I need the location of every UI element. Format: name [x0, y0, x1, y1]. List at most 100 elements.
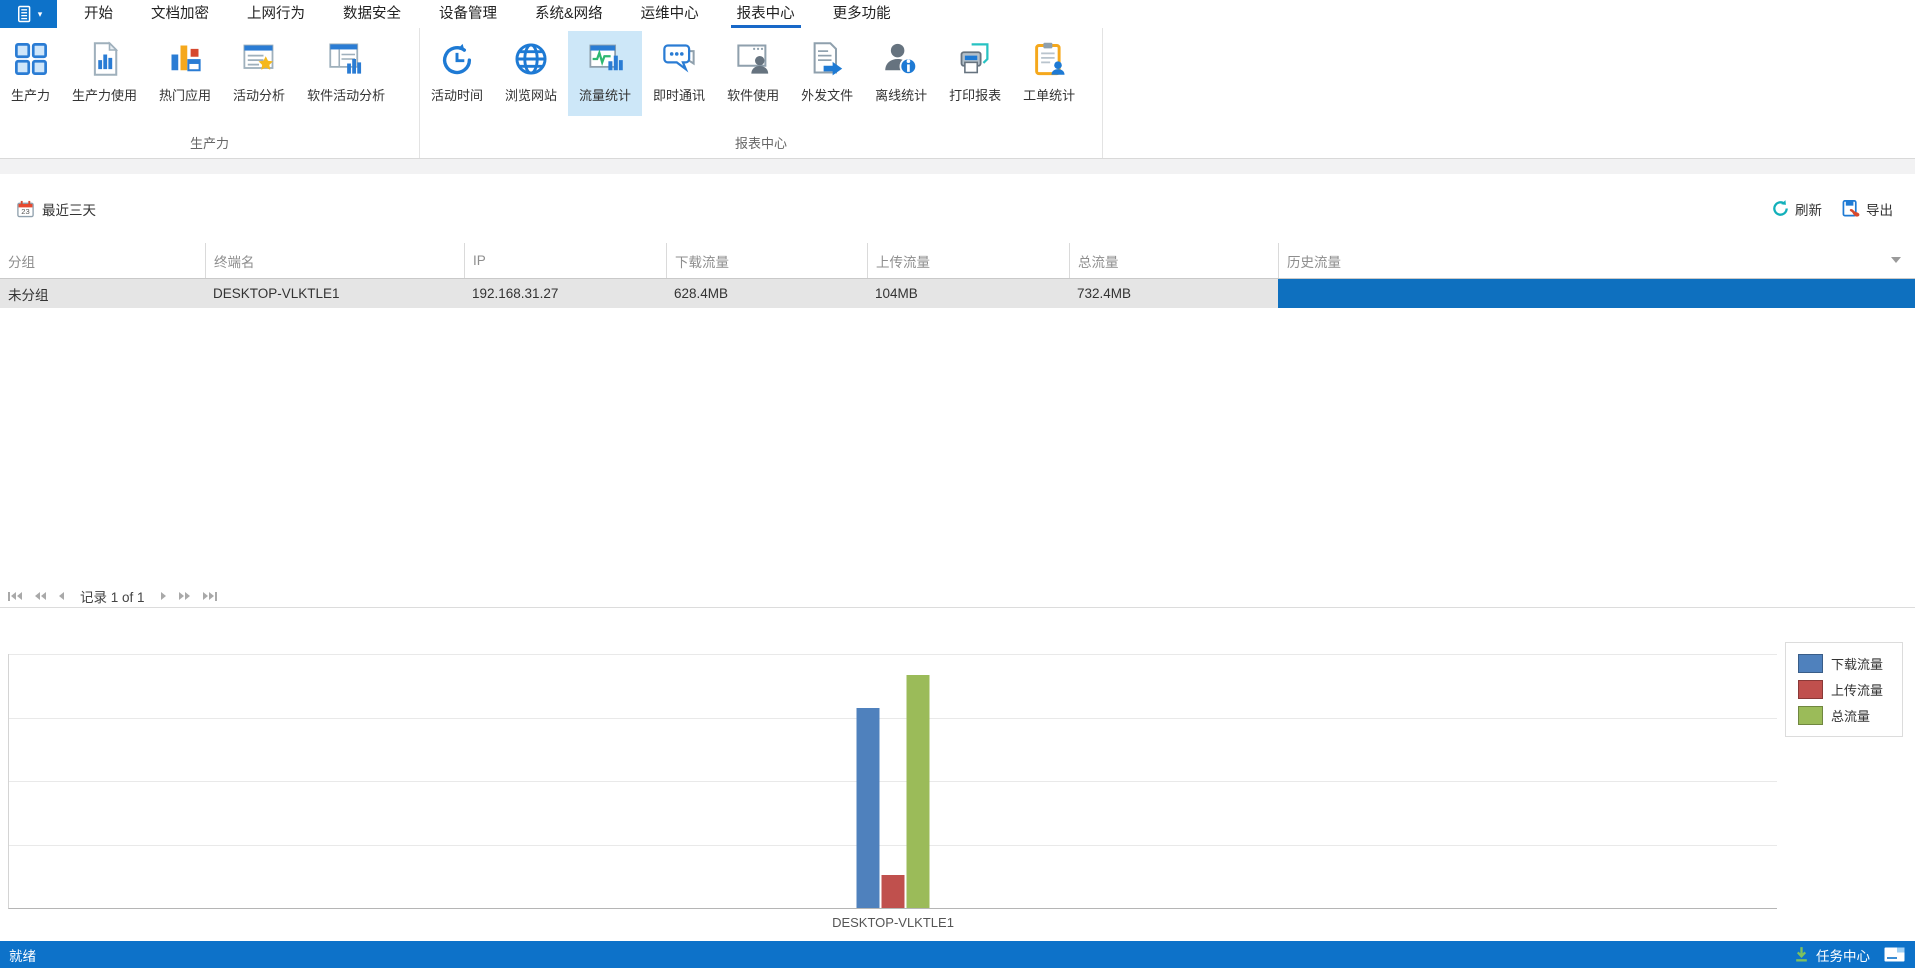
menu-bar: ▾ 开始 文档加密 上网行为 数据安全 设备管理 系统&网络 运维中心 报表中心… [0, 0, 1915, 28]
person-info-icon [885, 43, 918, 76]
history-usage-bar [1278, 279, 1915, 308]
chart-legend: 下载流量 上传流量 总流量 [1785, 642, 1903, 737]
clock-history-icon [443, 43, 472, 75]
ribbon-item-browse-websites[interactable]: 浏览网站 [494, 31, 568, 116]
ribbon-item-outgoing-files[interactable]: 外发文件 [790, 31, 864, 116]
tab-start[interactable]: 开始 [78, 0, 119, 28]
next-page-button[interactable] [159, 590, 168, 602]
bar-group [856, 675, 930, 908]
ribbon-item-label: 生产力使用 [72, 88, 138, 103]
printer-icon [960, 43, 989, 74]
ribbon-item-label: 软件活动分析 [307, 88, 386, 103]
pagination-right-controls [159, 590, 219, 603]
tab-report-center[interactable]: 报表中心 [730, 0, 801, 28]
ribbon-item-productivity-usage[interactable]: 生产力使用 [61, 31, 148, 116]
ribbon-item-work-order-statistics[interactable]: 工单统计 [1012, 31, 1086, 116]
prev-page-button[interactable] [57, 590, 66, 602]
column-header-ip[interactable]: IP [464, 243, 666, 278]
ribbon-item-label: 即时通讯 [653, 88, 706, 103]
ribbon-item-label: 外发文件 [801, 88, 854, 103]
ribbon-item-print-reports[interactable]: 打印报表 [938, 31, 1012, 116]
download-icon [1796, 947, 1807, 962]
record-count-label: 记录 1 of 1 [80, 590, 145, 605]
ribbon-item-label: 热门应用 [159, 88, 212, 103]
last-page-button[interactable] [201, 590, 219, 603]
action-buttons: 刷新 导出 [1771, 199, 1893, 219]
ribbon-item-label: 工单统计 [1023, 88, 1076, 103]
ribbon-item-instant-messaging[interactable]: 即时通讯 [642, 31, 716, 116]
ribbon-item-productivity[interactable]: 生产力 [0, 31, 61, 116]
globe-icon [515, 43, 547, 75]
ribbon-group-label: 生产力 [189, 136, 229, 151]
document-chart-icon [93, 41, 118, 76]
status-bar-right: 任务中心 [1793, 945, 1905, 965]
ribbon-item-offline-statistics[interactable]: 离线统计 [864, 31, 938, 116]
document-arrow-icon [813, 42, 843, 76]
cell-download: 628.4MB [674, 286, 729, 301]
clipboard-person-icon [1035, 42, 1065, 76]
ribbon: 生产力 生产力使用 热门应用 活动分析 软件活动分析 生产力 活动时间 浏览网站 [0, 28, 1915, 159]
legend-item-total: 总流量 [1798, 706, 1902, 725]
ribbon-tabs: 开始 文档加密 上网行为 数据安全 设备管理 系统&网络 运维中心 报表中心 更… [65, 0, 910, 28]
cell-total: 732.4MB [1077, 286, 1132, 301]
export-icon [1842, 200, 1860, 217]
tab-web-behavior[interactable]: 上网行为 [241, 0, 311, 28]
tab-data-security[interactable]: 数据安全 [337, 0, 407, 28]
chevron-down-icon: ▾ [37, 8, 43, 19]
legend-item-download: 下载流量 [1798, 654, 1902, 673]
status-ready-label: 就绪 [9, 948, 36, 964]
pagination-left-controls [6, 590, 66, 603]
calendar-icon: 23 [17, 200, 34, 217]
ribbon-item-label: 活动分析 [233, 88, 286, 103]
column-header-total[interactable]: 总流量 [1069, 243, 1278, 278]
ribbon-group-productivity: 生产力 生产力使用 热门应用 活动分析 软件活动分析 生产力 [0, 28, 420, 158]
tab-system-network[interactable]: 系统&网络 [529, 0, 609, 28]
ribbon-item-activity-analysis[interactable]: 活动分析 [222, 31, 296, 116]
column-header-group[interactable]: 分组 [0, 243, 205, 278]
chart-plot-area: DESKTOP-VLKTLE1 [8, 654, 1777, 930]
window-icon[interactable] [1884, 947, 1905, 962]
column-dropdown-icon[interactable] [1891, 257, 1901, 263]
fast-prev-page-button[interactable] [33, 590, 48, 602]
tab-ops-center[interactable]: 运维中心 [635, 0, 705, 28]
tab-doc-encryption[interactable]: 文档加密 [145, 0, 215, 28]
ribbon-group-label: 报表中心 [734, 136, 787, 151]
task-center-label: 任务中心 [1816, 948, 1870, 964]
x-axis-category-label: DESKTOP-VLKTLE1 [832, 915, 954, 930]
ribbon-item-software-activity-analysis[interactable]: 软件活动分析 [296, 31, 396, 116]
ribbon-group-report-center: 活动时间 浏览网站 流量统计 即时通讯 软件使用 外发文件 离线统计 打印报表 [420, 28, 1103, 158]
ribbon-item-traffic-statistics[interactable]: 流量统计 [568, 31, 643, 116]
grid-icon [14, 43, 47, 75]
ribbon-item-label: 软件使用 [727, 88, 780, 103]
ribbon-item-software-usage[interactable]: 软件使用 [716, 31, 790, 116]
ribbon-item-hot-apps[interactable]: 热门应用 [148, 31, 222, 116]
app-menu-button[interactable]: ▾ [0, 0, 57, 28]
refresh-icon [1773, 200, 1788, 216]
export-button[interactable]: 导出 [1842, 199, 1893, 219]
task-center-button[interactable]: 任务中心 [1793, 945, 1870, 965]
legend-label: 上传流量 [1831, 683, 1884, 698]
ribbon-item-label: 浏览网站 [505, 88, 558, 103]
first-page-button[interactable] [6, 590, 24, 603]
legend-swatch-total [1798, 706, 1823, 725]
window-chart-icon [329, 43, 362, 74]
upload-bar [881, 875, 905, 908]
column-header-terminal[interactable]: 终端名 [205, 243, 464, 278]
chat-bubbles-icon [663, 44, 695, 73]
column-header-download[interactable]: 下载流量 [666, 243, 867, 278]
fast-next-page-button[interactable] [177, 590, 192, 602]
colored-bars-icon [171, 45, 201, 72]
column-header-upload[interactable]: 上传流量 [867, 243, 1069, 278]
window-person-icon [737, 44, 769, 74]
tab-more-features[interactable]: 更多功能 [827, 0, 897, 28]
refresh-button[interactable]: 刷新 [1771, 199, 1822, 219]
ribbon-item-activity-time[interactable]: 活动时间 [420, 31, 494, 116]
tab-device-management[interactable]: 设备管理 [433, 0, 503, 28]
ribbon-lower-strip [0, 159, 1915, 174]
table-row[interactable]: 未分组 DESKTOP-VLKTLE1 192.168.31.27 628.4M… [0, 279, 1915, 308]
date-range-selector[interactable]: 23 最近三天 [16, 199, 96, 219]
total-bar [906, 675, 930, 908]
ribbon-item-label: 打印报表 [949, 88, 1002, 103]
column-header-history[interactable]: 历史流量 [1278, 243, 1915, 278]
export-label: 导出 [1866, 202, 1893, 218]
